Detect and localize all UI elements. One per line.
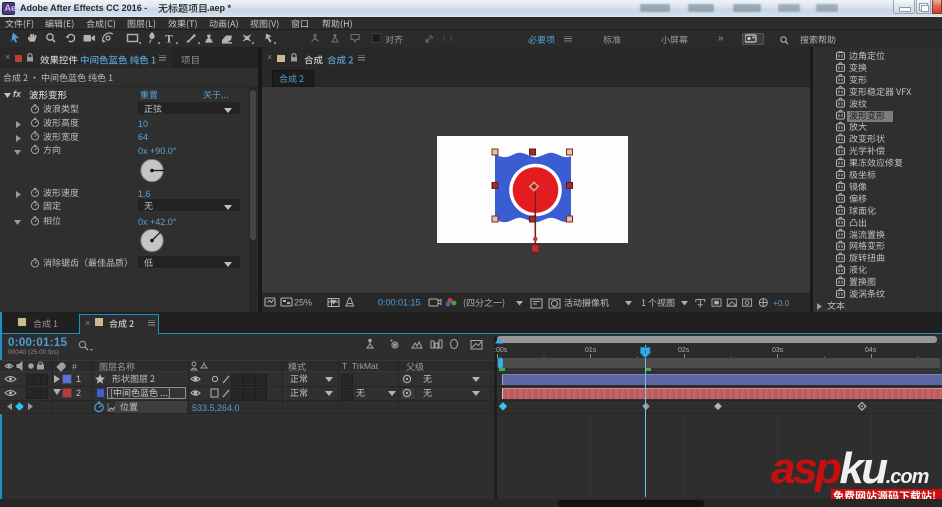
svg-text:#: # bbox=[72, 362, 77, 372]
svg-text:25%: 25% bbox=[294, 298, 312, 308]
svg-text:0:00:01:15: 0:00:01:15 bbox=[378, 298, 421, 308]
svg-text:T: T bbox=[165, 32, 173, 46]
svg-text:+0.0: +0.0 bbox=[773, 299, 789, 308]
